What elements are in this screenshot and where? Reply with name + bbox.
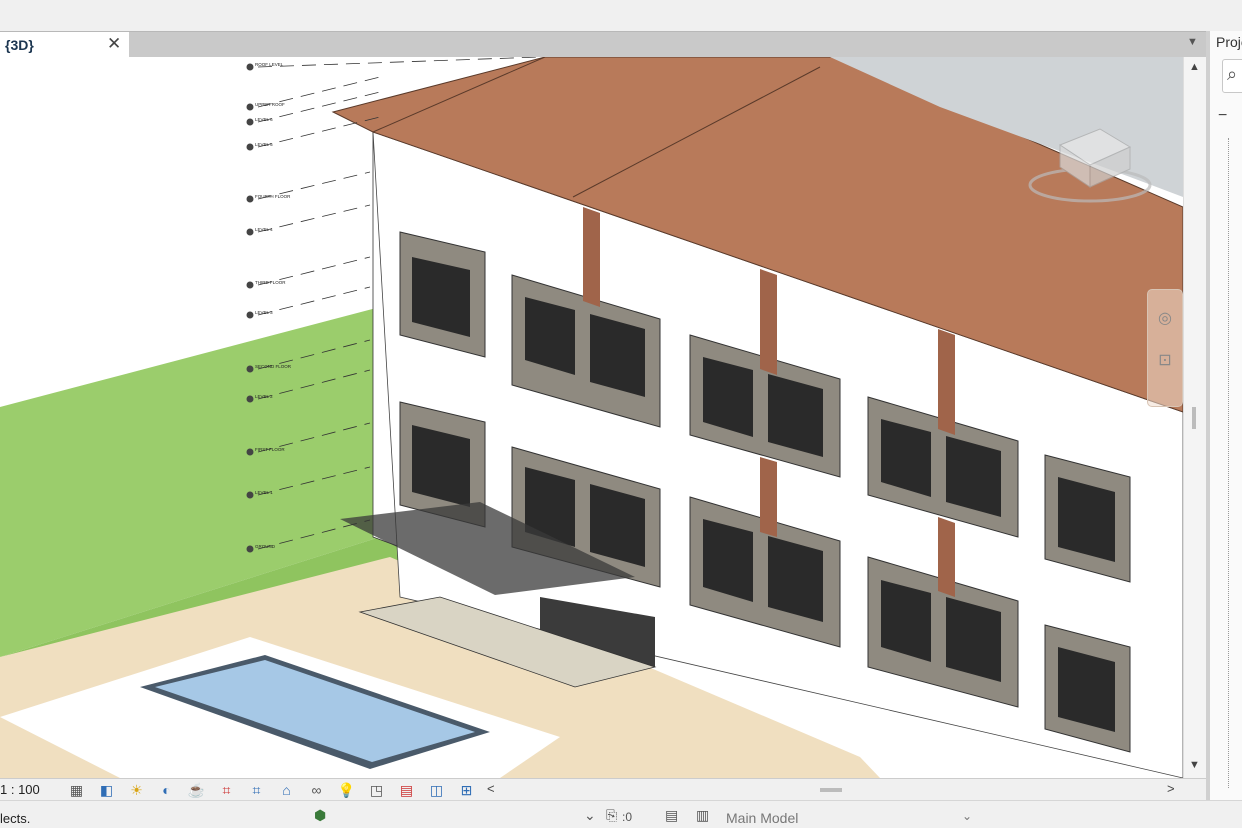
level-head-icon (246, 545, 254, 553)
visual-style-icon[interactable]: ◧ (97, 781, 116, 799)
level-head-icon (246, 448, 254, 456)
level-head-icon (246, 63, 254, 71)
level-head-icon (246, 118, 254, 126)
scroll-down-icon[interactable]: ▼ (1189, 759, 1200, 771)
level-tag: FOURTH FLOOR (255, 194, 291, 199)
view-tab-strip: {3D} ✕ ▼ (0, 31, 1206, 58)
level-tag: ROOF LEVEL (255, 62, 284, 67)
render-icon[interactable]: ☕ (187, 781, 206, 799)
level-head-icon (246, 103, 254, 111)
horizontal-scroll-thumb[interactable] (820, 788, 842, 792)
worksharing-icon[interactable]: ⊞ (457, 781, 476, 799)
tab-3d-view[interactable]: {3D} ✕ (0, 32, 129, 58)
reveal-hidden-icon[interactable]: 💡 (337, 781, 356, 799)
close-icon[interactable]: ✕ (107, 34, 121, 54)
tab-title: {3D} (5, 37, 34, 53)
sun-path-icon[interactable]: ☀ (127, 781, 146, 799)
scroll-left-icon[interactable]: < (487, 781, 495, 796)
highlight-icon[interactable]: ▤ (397, 781, 416, 799)
view-scale[interactable]: 1 : 100 (0, 782, 40, 797)
view-control-bar: 1 : 100 ▦ ◧ ☀ ◐ ☕ ⌗ ⌗ ⌂ ∞ 💡 ◳ ▤ ◫ ⊞ < > (0, 778, 1206, 801)
level-tag: LEVEL 2 (255, 394, 273, 399)
level-tag: GROUND (255, 544, 276, 549)
temporary-hide-icon[interactable]: ∞ (307, 781, 326, 799)
worksets-icon[interactable]: ▤ (665, 807, 678, 824)
level-head-icon (246, 491, 254, 499)
level-head-icon (246, 395, 254, 403)
level-tag: LEVEL 4 (255, 227, 273, 232)
browser-tree (1228, 138, 1230, 788)
scroll-thumb[interactable] (1192, 407, 1196, 429)
level-head-icon (246, 281, 254, 289)
constraints-icon[interactable]: ◫ (427, 781, 446, 799)
zoom-region-icon[interactable]: ⊡ (1148, 350, 1182, 370)
level-tag: THIRD FLOOR (255, 280, 286, 285)
steering-wheel-icon[interactable]: ◎ (1148, 308, 1182, 328)
collapse-icon[interactable]: − (1218, 107, 1227, 125)
tab-list-menu-icon[interactable]: ▼ (1187, 36, 1198, 48)
level-tag: LEVEL 5 (255, 142, 273, 147)
status-message: lects. (0, 811, 31, 826)
level-head-icon (246, 195, 254, 203)
panel-title: Proje (1216, 34, 1242, 50)
editing-count: :0 (622, 810, 633, 824)
dropdown-arrow-icon[interactable]: ⌄ (584, 807, 596, 824)
search-input[interactable]: ⌕ (1222, 59, 1242, 93)
ribbon-area (0, 0, 1242, 31)
workset-dropdown-icon[interactable]: ⌄ (962, 809, 972, 823)
level-tag: SECOND FLOOR (255, 364, 292, 369)
level-head-icon (246, 311, 254, 319)
design-options-icon[interactable]: ⬢ (314, 807, 326, 824)
shadows-icon[interactable]: ◐ (157, 781, 176, 799)
level-head-icon (246, 365, 254, 373)
level-head-icon (246, 228, 254, 236)
building-3d-render: ROOF LEVEL UPPER ROOF LEVEL 6 LEVEL 5 FO… (0, 57, 1183, 778)
analysis-icon[interactable]: ◳ (367, 781, 386, 799)
status-bar: lects. ⬢ ⌄ ⎘ :0 ▤ ▥ Main Model ⌄ (0, 800, 1242, 828)
unlock-3d-icon[interactable]: ⌂ (277, 781, 296, 799)
level-tag: UPPER ROOF (255, 102, 285, 107)
level-tag: FIRST FLOOR (255, 447, 285, 452)
editing-requests-icon[interactable]: ⎘ (606, 807, 617, 824)
design-options-manager-icon[interactable]: ▥ (696, 807, 709, 824)
search-icon: ⌕ (1227, 64, 1238, 84)
scroll-right-icon[interactable]: > (1167, 781, 1175, 796)
level-head-icon (246, 143, 254, 151)
active-workset[interactable]: Main Model (726, 810, 798, 826)
navigation-bar: ◎ ⊡ (1147, 289, 1183, 407)
3d-model-viewport[interactable]: ROOF LEVEL UPPER ROOF LEVEL 6 LEVEL 5 FO… (0, 57, 1183, 778)
level-tag: LEVEL 3 (255, 310, 273, 315)
level-tag: LEVEL 6 (255, 117, 273, 122)
crop-view-icon[interactable]: ⌗ (217, 781, 236, 799)
show-crop-icon[interactable]: ⌗ (247, 781, 266, 799)
project-browser-panel: Proje ⌕ − (1206, 31, 1242, 800)
scroll-up-icon[interactable]: ▲ (1189, 61, 1200, 73)
level-tag: LEVEL 1 (255, 490, 273, 495)
detail-level-icon[interactable]: ▦ (67, 781, 86, 799)
vertical-scrollbar[interactable]: ▲ ▼ (1183, 57, 1207, 778)
